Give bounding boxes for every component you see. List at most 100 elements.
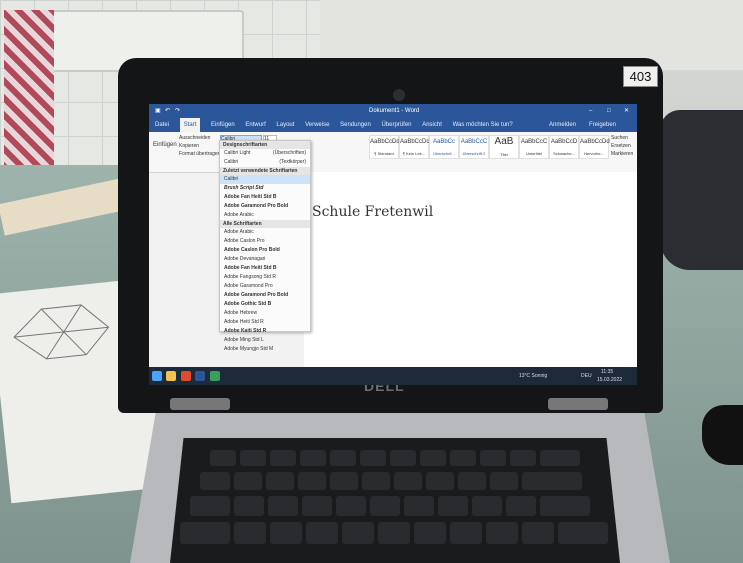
close-icon[interactable]: ✕ <box>624 104 629 118</box>
font-option[interactable]: Adobe Kaiti Std R <box>220 327 310 336</box>
key[interactable] <box>306 522 338 544</box>
key[interactable] <box>450 450 476 466</box>
weather-widget[interactable]: 13°C Sonnig <box>519 367 547 385</box>
format-painter-button[interactable]: Format übertragen <box>179 151 220 157</box>
font-option[interactable]: Adobe Fangsong Std R <box>220 273 310 282</box>
key[interactable] <box>342 522 374 544</box>
key[interactable] <box>394 472 422 490</box>
key[interactable] <box>510 450 536 466</box>
tell-me-search[interactable]: Was möchten Sie tun? <box>453 118 513 132</box>
key[interactable] <box>330 472 358 490</box>
tab-entwurf[interactable]: Entwurf <box>245 118 265 132</box>
key[interactable] <box>472 496 502 516</box>
key[interactable] <box>362 472 390 490</box>
key[interactable] <box>270 450 296 466</box>
key[interactable] <box>180 522 230 544</box>
font-option[interactable]: Adobe Caslon Pro <box>220 237 310 246</box>
key[interactable] <box>540 450 580 466</box>
key[interactable] <box>268 496 298 516</box>
key[interactable] <box>330 450 356 466</box>
save-icon[interactable]: ▣ <box>155 104 161 118</box>
key[interactable] <box>522 472 582 490</box>
key[interactable] <box>234 496 264 516</box>
key[interactable] <box>234 472 262 490</box>
style-title[interactable]: AaB Titel <box>489 135 519 159</box>
font-option[interactable]: Adobe Heiti Std R <box>220 318 310 327</box>
explorer-icon[interactable] <box>166 370 177 381</box>
font-option[interactable]: Adobe Arabic <box>220 228 310 237</box>
font-option[interactable]: Adobe Fan Heiti Std B <box>220 193 310 202</box>
font-option[interactable]: Adobe Garamond Pro Bold <box>220 291 310 300</box>
key[interactable] <box>438 496 468 516</box>
tab-sendungen[interactable]: Sendungen <box>340 118 371 132</box>
style-heading-1[interactable]: AaBbCc Überschrif... <box>429 135 459 159</box>
select-button[interactable]: Markieren <box>611 151 633 157</box>
key[interactable] <box>266 472 294 490</box>
document-page[interactable]: Schule Fretenwil <box>304 172 637 367</box>
key[interactable] <box>414 522 446 544</box>
font-option[interactable]: Adobe Devanagari <box>220 255 310 264</box>
clock-date[interactable]: 15.03.2022 <box>597 371 622 385</box>
key[interactable] <box>420 450 446 466</box>
browser-icon[interactable] <box>180 370 191 381</box>
paste-button[interactable]: Einfügen <box>153 142 177 148</box>
font-option[interactable]: Adobe Gothic Std B <box>220 300 310 309</box>
font-option[interactable]: Adobe Garamond Pro <box>220 282 310 291</box>
key[interactable] <box>540 496 590 516</box>
key[interactable] <box>426 472 454 490</box>
tab-start[interactable]: Start <box>179 118 201 132</box>
key[interactable] <box>302 496 332 516</box>
replace-button[interactable]: Ersetzen <box>611 143 631 149</box>
font-option[interactable]: Calibri (Textkörper) <box>220 158 310 167</box>
key[interactable] <box>300 450 326 466</box>
undo-icon[interactable]: ↶ <box>165 104 170 118</box>
font-option[interactable]: Adobe Myungjo Std M <box>220 345 310 354</box>
key[interactable] <box>190 496 230 516</box>
key[interactable] <box>450 522 482 544</box>
font-option[interactable]: Adobe Caslon Pro Bold <box>220 246 310 255</box>
key[interactable] <box>506 496 536 516</box>
key[interactable] <box>200 472 230 490</box>
document-text[interactable]: Schule Fretenwil <box>312 204 433 220</box>
key[interactable] <box>522 522 554 544</box>
key[interactable] <box>378 522 410 544</box>
key[interactable] <box>210 450 236 466</box>
style-emphasis[interactable]: AaBbCcDd Hervorhe... <box>579 135 610 159</box>
style-subtitle[interactable]: AaBbCcC Untertitel <box>519 135 549 159</box>
redo-icon[interactable]: ↷ <box>175 104 180 118</box>
key[interactable] <box>486 522 518 544</box>
tab-ansicht[interactable]: Ansicht <box>422 118 442 132</box>
cut-button[interactable]: Ausschneiden <box>179 135 210 141</box>
style-heading-2[interactable]: AaBbCcC Überschrift 2 <box>459 135 489 159</box>
font-option[interactable]: Adobe Hebrew <box>220 309 310 318</box>
font-option[interactable]: Calibri <box>220 175 310 184</box>
copy-button[interactable]: Kopieren <box>179 143 199 149</box>
style-no-spacing[interactable]: AaBbCcDc ¶ Kein Lee... <box>399 135 429 159</box>
keyboard[interactable] <box>170 438 620 563</box>
font-option[interactable]: Adobe Fan Heiti Std B <box>220 264 310 273</box>
minimize-icon[interactable]: – <box>589 104 592 118</box>
tab-ueberpruefen[interactable]: Überprüfen <box>382 118 412 132</box>
font-option[interactable]: Brush Script Std <box>220 184 310 193</box>
word-icon[interactable] <box>195 370 206 381</box>
font-option[interactable]: Adobe Garamond Pro Bold <box>220 202 310 211</box>
style-standard[interactable]: AaBbCcDd ¶ Standard <box>369 135 400 159</box>
style-subtle-emphasis[interactable]: AaBbCcD Schwache... <box>549 135 579 159</box>
tab-datei[interactable]: Datei <box>155 118 169 132</box>
key[interactable] <box>336 496 366 516</box>
font-option[interactable]: Adobe Ming Std L <box>220 336 310 345</box>
key[interactable] <box>480 450 506 466</box>
tab-einfuegen[interactable]: Einfügen <box>211 118 235 132</box>
maximize-icon[interactable]: □ <box>607 104 611 118</box>
key[interactable] <box>404 496 434 516</box>
find-button[interactable]: Suchen <box>611 135 628 141</box>
tab-layout[interactable]: Layout <box>276 118 294 132</box>
font-option[interactable]: Calibri Light (Überschriften) <box>220 149 310 158</box>
key[interactable] <box>390 450 416 466</box>
key[interactable] <box>370 496 400 516</box>
sign-in-link[interactable]: Anmelden <box>549 118 576 132</box>
key[interactable] <box>240 450 266 466</box>
key[interactable] <box>234 522 266 544</box>
key[interactable] <box>360 450 386 466</box>
key[interactable] <box>458 472 486 490</box>
